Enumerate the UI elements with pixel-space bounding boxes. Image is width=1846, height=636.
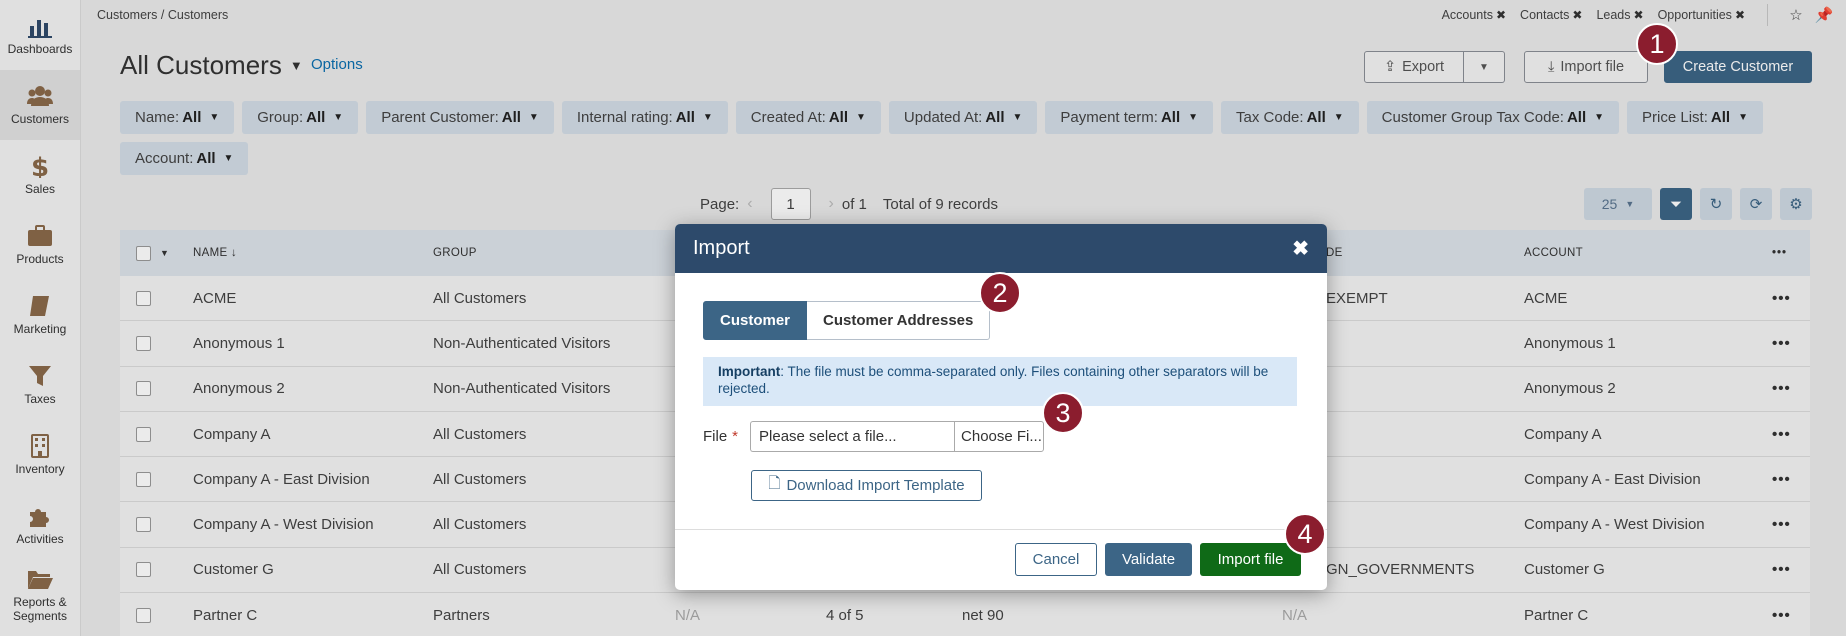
file-input[interactable]: Please select a file... [750, 421, 955, 452]
step-badge-4: 4 [1284, 513, 1326, 555]
dialog-header: Import ✖ [675, 224, 1327, 273]
step-badge-1: 1 [1636, 23, 1678, 65]
choose-file-button[interactable]: Choose Fi... [954, 421, 1045, 452]
step-badge-2: 2 [979, 272, 1021, 314]
important-notice: Important: The file must be comma-separa… [703, 357, 1297, 406]
file-label: File [703, 428, 728, 445]
import-file-submit-button[interactable]: Import file [1200, 543, 1301, 576]
import-tabs: Customer Customer Addresses [703, 301, 991, 340]
notice-text: : The file must be comma-separated only.… [718, 364, 1269, 396]
cancel-button[interactable]: Cancel [1015, 543, 1097, 576]
file-icon: 🗋 [768, 475, 781, 492]
download-template-label: Download Import Template [786, 477, 965, 494]
notice-strong: Important [718, 364, 781, 379]
validate-button[interactable]: Validate [1105, 543, 1192, 576]
file-field: File * Please select a file... Choose Fi… [703, 421, 1045, 452]
close-icon[interactable]: ✖ [1292, 236, 1309, 261]
tab-customer[interactable]: Customer [703, 301, 808, 340]
tab-customer-addresses[interactable]: Customer Addresses [807, 301, 991, 340]
required-icon: * [732, 428, 739, 445]
dialog-title: Import [693, 237, 750, 259]
step-badge-3: 3 [1042, 392, 1084, 434]
download-template-button[interactable]: 🗋 Download Import Template [751, 470, 982, 501]
